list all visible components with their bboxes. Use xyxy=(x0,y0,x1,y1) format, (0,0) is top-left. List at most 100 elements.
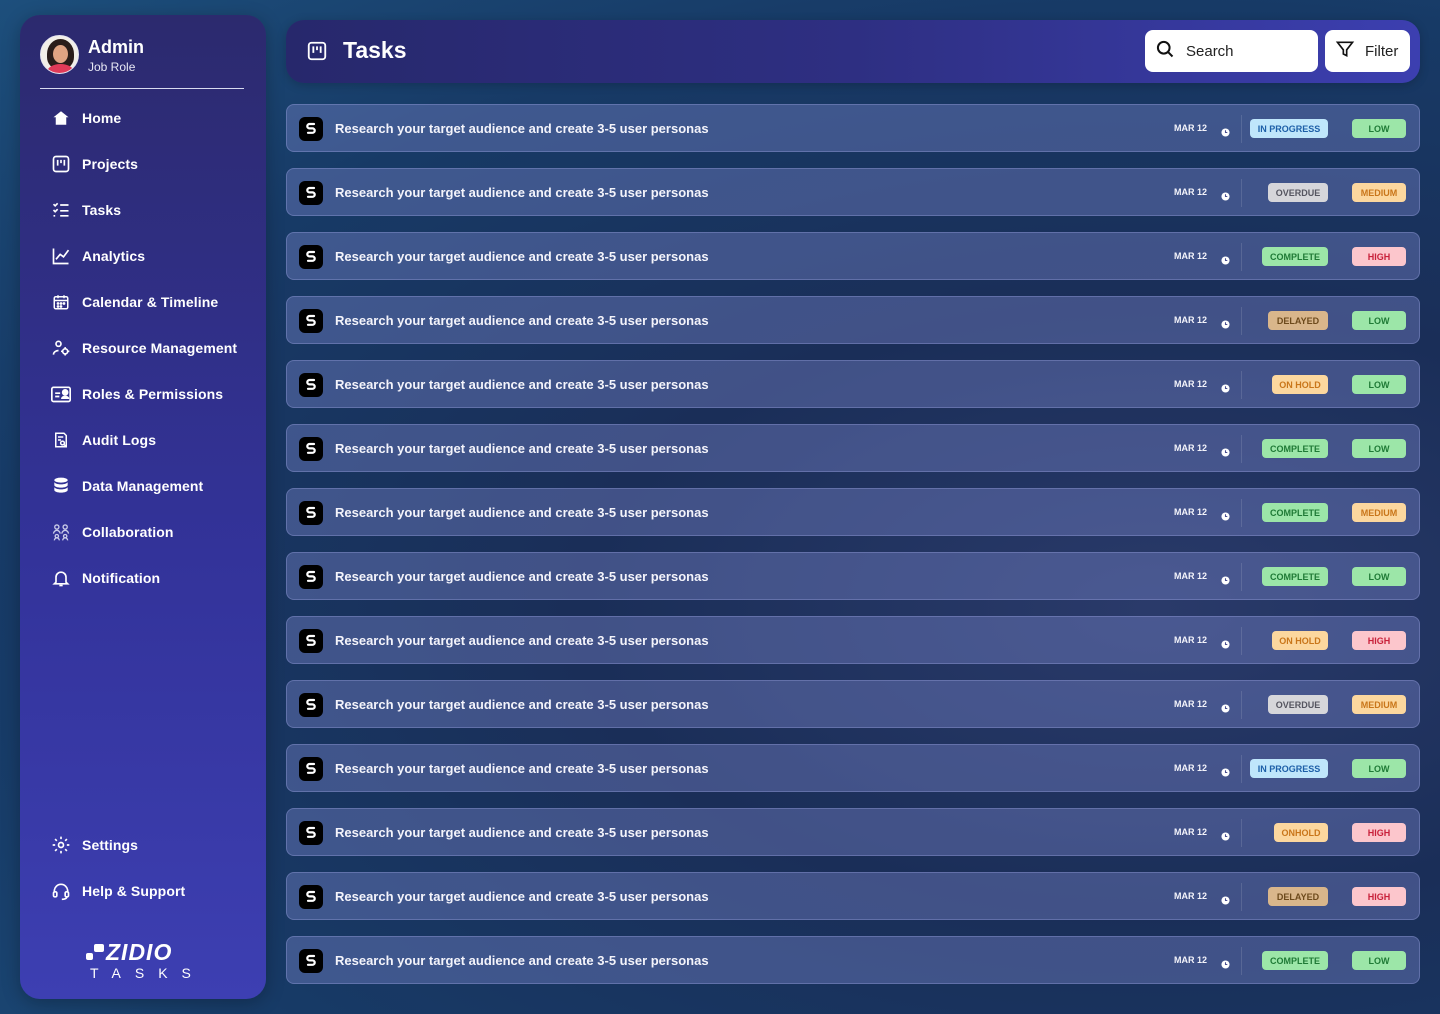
priority-badge[interactable]: HIGH xyxy=(1352,631,1406,650)
task-title[interactable]: Research your target audience and create… xyxy=(335,121,709,136)
task-date: MAR 12 xyxy=(1174,955,1208,965)
priority-badge[interactable]: HIGH xyxy=(1352,247,1406,266)
priority-badge[interactable]: LOW xyxy=(1352,439,1406,458)
task-title[interactable]: Research your target audience and create… xyxy=(335,377,709,392)
status-badge[interactable]: COMPLETE xyxy=(1262,503,1328,522)
dollar-icon xyxy=(299,629,323,653)
priority-badge[interactable]: LOW xyxy=(1352,759,1406,778)
task-row[interactable]: Research your target audience and create… xyxy=(286,296,1420,344)
task-row[interactable]: Research your target audience and create… xyxy=(286,552,1420,600)
sidebar-item-settings[interactable]: Settings xyxy=(50,833,250,857)
task-title[interactable]: Research your target audience and create… xyxy=(335,569,709,584)
avatar[interactable] xyxy=(40,35,79,74)
task-row[interactable]: Research your target audience and create… xyxy=(286,104,1420,152)
sidebar-item-label: Audit Logs xyxy=(82,432,157,448)
priority-badge[interactable]: LOW xyxy=(1352,567,1406,586)
clock-icon xyxy=(1221,892,1230,905)
status-badge[interactable]: ON HOLD xyxy=(1272,631,1328,650)
priority-badge[interactable]: MEDIUM xyxy=(1352,695,1406,714)
sidebar-item-calendar[interactable]: Calendar & Timeline xyxy=(50,290,250,314)
search-input[interactable]: Search xyxy=(1145,30,1318,72)
status-badge[interactable]: COMPLETE xyxy=(1262,951,1328,970)
sidebar-item-tasks[interactable]: Tasks xyxy=(50,198,250,222)
sidebar-item-analytics[interactable]: Analytics xyxy=(50,244,250,268)
task-title[interactable]: Research your target audience and create… xyxy=(335,313,709,328)
task-row[interactable]: Research your target audience and create… xyxy=(286,424,1420,472)
priority-badge[interactable]: HIGH xyxy=(1352,887,1406,906)
profile-card[interactable]: Admin Job Role xyxy=(40,35,244,89)
row-divider xyxy=(1241,947,1242,975)
status-badge[interactable]: DELAYED xyxy=(1268,887,1328,906)
status-badge[interactable]: OVERDUE xyxy=(1268,183,1328,202)
status-badge[interactable]: COMPLETE xyxy=(1262,567,1328,586)
analytics-icon xyxy=(50,245,72,267)
clock-icon xyxy=(1221,188,1230,201)
sidebar-item-label: Resource Management xyxy=(82,340,238,356)
task-title[interactable]: Research your target audience and create… xyxy=(335,633,709,648)
sidebar-item-collaboration[interactable]: Collaboration xyxy=(50,520,250,544)
sidebar-item-label: Tasks xyxy=(82,202,122,218)
dollar-icon xyxy=(299,821,323,845)
sidebar-item-label: Notification xyxy=(82,570,161,586)
task-row[interactable]: Research your target audience and create… xyxy=(286,488,1420,536)
clock-icon xyxy=(1221,380,1230,393)
task-title[interactable]: Research your target audience and create… xyxy=(335,505,709,520)
task-title[interactable]: Research your target audience and create… xyxy=(335,825,709,840)
priority-badge[interactable]: LOW xyxy=(1352,951,1406,970)
priority-badge[interactable]: MEDIUM xyxy=(1352,183,1406,202)
task-row[interactable]: Research your target audience and create… xyxy=(286,680,1420,728)
priority-badge[interactable]: LOW xyxy=(1352,311,1406,330)
dollar-icon xyxy=(299,565,323,589)
task-row[interactable]: Research your target audience and create… xyxy=(286,808,1420,856)
sidebar-item-resource-management[interactable]: Resource Management xyxy=(50,336,250,360)
task-title[interactable]: Research your target audience and create… xyxy=(335,185,709,200)
task-title[interactable]: Research your target audience and create… xyxy=(335,441,709,456)
task-date: MAR 12 xyxy=(1174,443,1208,453)
sidebar: Admin Job Role Home Projects Tasks Analy… xyxy=(20,15,266,999)
status-badge[interactable]: COMPLETE xyxy=(1262,247,1328,266)
task-row[interactable]: Research your target audience and create… xyxy=(286,168,1420,216)
task-row[interactable]: Research your target audience and create… xyxy=(286,232,1420,280)
gear-icon xyxy=(50,834,72,856)
clock-icon xyxy=(1221,700,1230,713)
filter-icon xyxy=(1335,39,1355,64)
status-badge[interactable]: COMPLETE xyxy=(1262,439,1328,458)
sidebar-item-notification[interactable]: Notification xyxy=(50,566,250,590)
sidebar-item-roles-permissions[interactable]: Roles & Permissions xyxy=(50,382,250,406)
priority-badge[interactable]: HIGH xyxy=(1352,823,1406,842)
task-row[interactable]: Research your target audience and create… xyxy=(286,936,1420,984)
clock-icon xyxy=(1221,764,1230,777)
status-badge[interactable]: IN PROGRESS xyxy=(1250,119,1328,138)
priority-badge[interactable]: LOW xyxy=(1352,119,1406,138)
status-badge[interactable]: DELAYED xyxy=(1268,311,1328,330)
sidebar-item-projects[interactable]: Projects xyxy=(50,152,250,176)
sidebar-item-data-management[interactable]: Data Management xyxy=(50,474,250,498)
sidebar-item-home[interactable]: Home xyxy=(50,106,250,130)
priority-badge[interactable]: MEDIUM xyxy=(1352,503,1406,522)
task-title[interactable]: Research your target audience and create… xyxy=(335,953,709,968)
row-divider xyxy=(1241,563,1242,591)
task-title[interactable]: Research your target audience and create… xyxy=(335,249,709,264)
projects-icon xyxy=(50,153,72,175)
sidebar-item-audit-logs[interactable]: Audit Logs xyxy=(50,428,250,452)
task-row[interactable]: Research your target audience and create… xyxy=(286,360,1420,408)
dollar-icon xyxy=(299,373,323,397)
task-row[interactable]: Research your target audience and create… xyxy=(286,616,1420,664)
task-title[interactable]: Research your target audience and create… xyxy=(335,889,709,904)
status-badge[interactable]: ON HOLD xyxy=(1272,375,1328,394)
status-badge[interactable]: ONHOLD xyxy=(1274,823,1328,842)
sidebar-item-help-support[interactable]: Help & Support xyxy=(50,879,250,903)
status-badge[interactable]: OVERDUE xyxy=(1268,695,1328,714)
task-row[interactable]: Research your target audience and create… xyxy=(286,744,1420,792)
task-title[interactable]: Research your target audience and create… xyxy=(335,697,709,712)
sidebar-item-label: Analytics xyxy=(82,248,146,264)
dollar-icon xyxy=(299,245,323,269)
task-title[interactable]: Research your target audience and create… xyxy=(335,761,709,776)
sidebar-item-label: Data Management xyxy=(82,478,204,494)
status-badge[interactable]: IN PROGRESS xyxy=(1250,759,1328,778)
dollar-icon xyxy=(299,309,323,333)
task-row[interactable]: Research your target audience and create… xyxy=(286,872,1420,920)
priority-badge[interactable]: LOW xyxy=(1352,375,1406,394)
logo-subtitle: TASKS xyxy=(90,965,205,981)
filter-button[interactable]: Filter xyxy=(1325,30,1410,72)
